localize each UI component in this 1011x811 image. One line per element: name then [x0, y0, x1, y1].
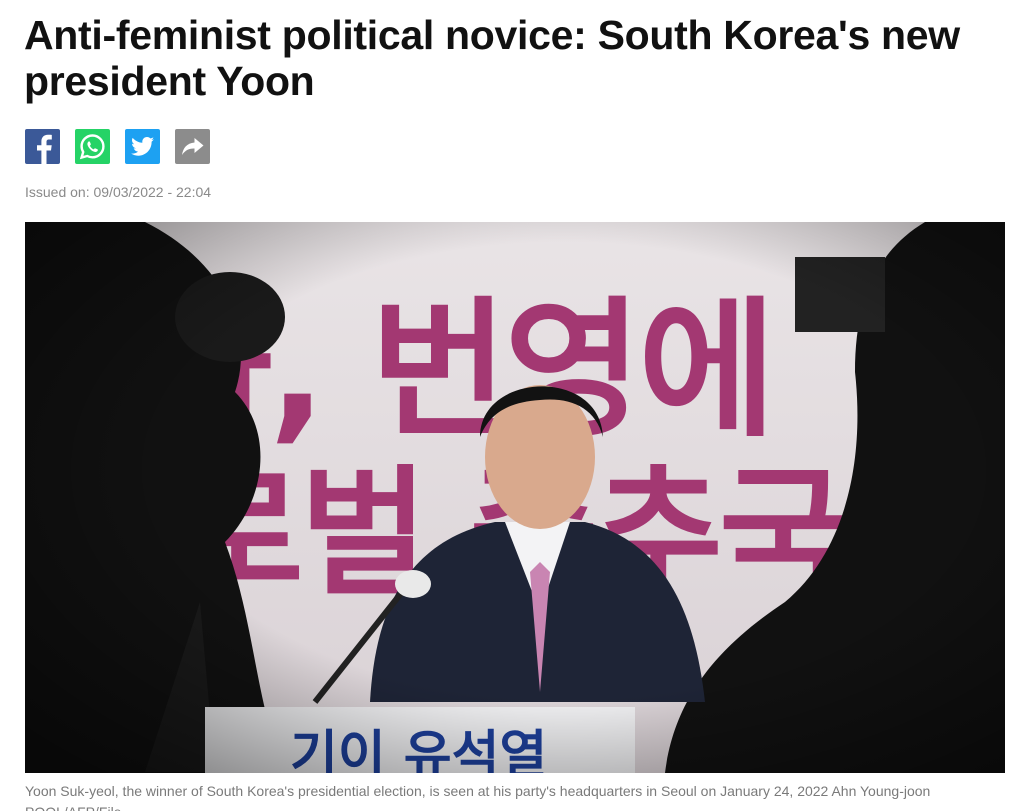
whatsapp-share-button[interactable]: [75, 129, 110, 164]
share-button[interactable]: [175, 129, 210, 164]
article-photo[interactable]: 화, 번영에 로벌 중추국 기이 유석열: [25, 222, 1005, 773]
facebook-share-button[interactable]: [25, 129, 60, 164]
article-headline: Anti-feminist political novice: South Ko…: [24, 12, 960, 104]
photo-caption: Yoon Suk-yeol, the winner of South Korea…: [25, 783, 931, 811]
twitter-icon: [131, 137, 154, 156]
facebook-icon: [37, 134, 52, 164]
twitter-share-button[interactable]: [125, 129, 160, 164]
issued-date: Issued on: 09/03/2022 - 22:04: [25, 184, 212, 200]
photo-illustration: 화, 번영에 로벌 중추국 기이 유석열: [25, 222, 1005, 773]
share-bar: [25, 129, 210, 164]
share-arrow-icon: [182, 138, 204, 155]
whatsapp-icon: [79, 134, 105, 160]
